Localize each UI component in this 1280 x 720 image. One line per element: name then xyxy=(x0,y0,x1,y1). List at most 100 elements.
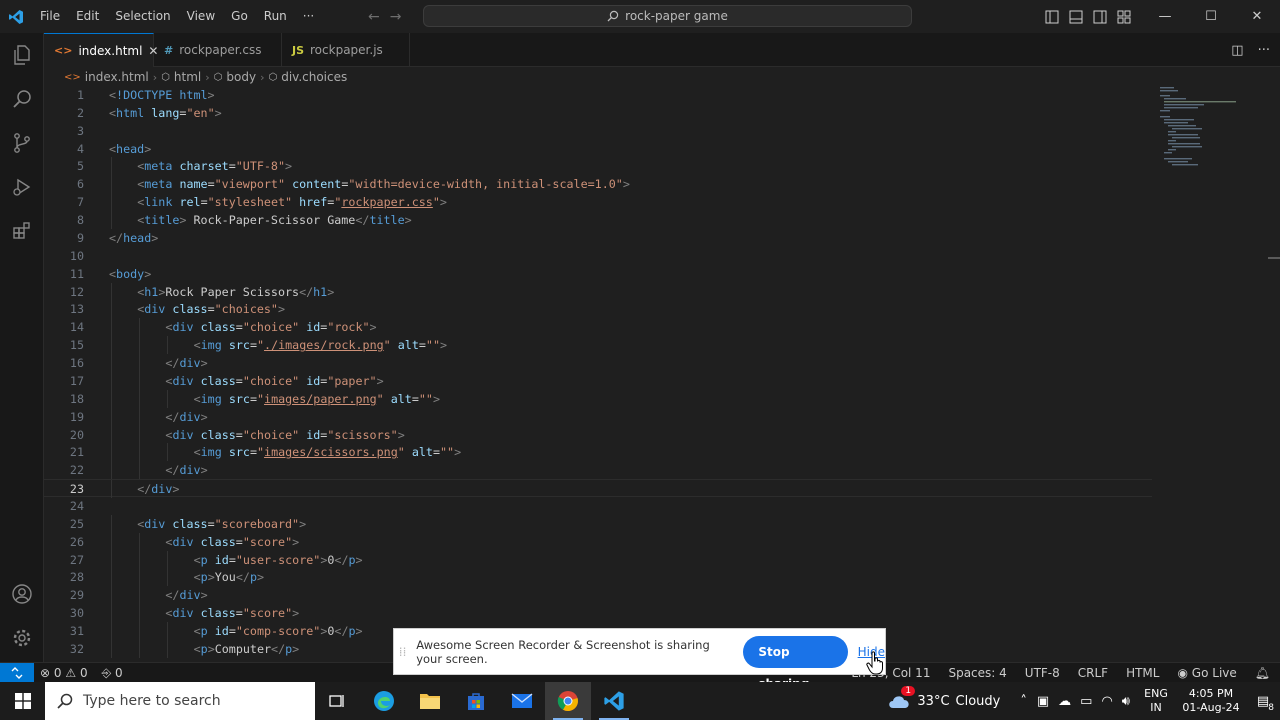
go-live-button[interactable]: ◉ Go Live xyxy=(1177,666,1236,680)
menu-item-4[interactable]: Go xyxy=(223,0,256,33)
search-sidebar-icon[interactable] xyxy=(0,77,44,121)
back-arrow-icon[interactable]: ← xyxy=(368,9,380,25)
menu-item-3[interactable]: View xyxy=(179,0,223,33)
code-line[interactable]: 28 <p>You</p> xyxy=(44,568,1152,587)
code-line[interactable]: 12 <h1>Rock Paper Scissors</h1> xyxy=(44,282,1152,301)
code-line[interactable]: 25 <div class="scoreboard"> xyxy=(44,514,1152,533)
code-line[interactable]: 2 <html lang="en"> xyxy=(44,104,1152,122)
code-line[interactable]: 11 <body> xyxy=(44,265,1152,283)
account-icon[interactable] xyxy=(0,572,44,616)
code-line[interactable]: 30 <div class="score"> xyxy=(44,604,1152,623)
code-line[interactable]: 4 <head> xyxy=(44,140,1152,158)
minimize-button[interactable]: — xyxy=(1142,0,1188,33)
code-line[interactable]: 21 <img src="images/scissors.png" alt=""> xyxy=(44,443,1152,462)
code-line[interactable]: 14 <div class="choice" id="rock"> xyxy=(44,318,1152,337)
minimap[interactable] xyxy=(1160,87,1240,167)
breadcrumb-item[interactable]: div.choices xyxy=(281,70,347,84)
code-line[interactable]: 16 </div> xyxy=(44,354,1152,373)
task-view-icon[interactable] xyxy=(314,682,360,720)
code-line[interactable]: 22 </div> xyxy=(44,461,1152,480)
command-center-search[interactable]: rock-paper game xyxy=(423,5,912,27)
onedrive-cloud-icon[interactable]: ☁ xyxy=(1058,694,1071,709)
ports-indicator[interactable]: ⎆ 0 xyxy=(102,666,123,681)
notification-center-icon[interactable]: ▤ 8 xyxy=(1246,694,1280,713)
menu-item-2[interactable]: Selection xyxy=(107,0,178,33)
code-line[interactable]: 7 <link rel="stylesheet" href="rockpaper.… xyxy=(44,193,1152,212)
tab-rockpaper-css[interactable]: # rockpaper.css xyxy=(154,33,282,67)
breadcrumb-item[interactable]: index.html xyxy=(85,70,149,84)
menu-item-1[interactable]: Edit xyxy=(68,0,107,33)
more-actions-icon[interactable]: ··· xyxy=(1258,43,1270,58)
code-line[interactable]: 27 <p id="user-score">0</p> xyxy=(44,550,1152,569)
code-line[interactable]: 18 <img src="images/paper.png" alt=""> xyxy=(44,389,1152,408)
code-line[interactable]: 20 <div class="choice" id="scissors"> xyxy=(44,425,1152,444)
customize-layout-icon[interactable] xyxy=(1112,0,1136,33)
code-token: " xyxy=(376,391,384,406)
run-debug-icon[interactable] xyxy=(0,165,44,209)
code-editor[interactable]: 1 <!DOCTYPE html> 2 <html lang="en"> 3 4 <head… xyxy=(44,87,1280,662)
code-line[interactable]: 6 <meta name="viewport" content="width=de… xyxy=(44,175,1152,194)
toggle-sidebar-icon[interactable] xyxy=(1040,0,1064,33)
encoding-setting[interactable]: UTF-8 xyxy=(1025,666,1060,680)
show-hidden-icons-chevron-icon[interactable]: ˄ xyxy=(1020,694,1027,709)
menu-item-0[interactable]: File xyxy=(32,0,68,33)
source-control-icon[interactable] xyxy=(0,121,44,165)
code-line[interactable]: 13 <div class="choices"> xyxy=(44,300,1152,319)
menu-item-6[interactable]: ··· xyxy=(295,0,322,33)
split-editor-icon[interactable]: ◫ xyxy=(1231,43,1243,58)
language-mode[interactable]: HTML xyxy=(1126,666,1159,680)
input-language[interactable]: ENG IN xyxy=(1136,687,1176,715)
maximize-button[interactable]: ☐ xyxy=(1188,0,1234,33)
problems-indicator[interactable]: ⊗ 0 ⚠ 0 xyxy=(40,666,88,680)
notifications-bell-icon[interactable]: 🔔︎ xyxy=(1255,666,1270,680)
code-line[interactable]: 19 </div> xyxy=(44,407,1152,426)
file-explorer-icon[interactable] xyxy=(407,682,453,720)
code-token: < xyxy=(193,641,201,656)
remote-indicator-icon[interactable] xyxy=(0,663,34,683)
code-line[interactable]: 8 <title> Rock-Paper-Scissor Game</title> xyxy=(44,211,1152,230)
scrollbar-marker[interactable] xyxy=(1268,257,1280,259)
vscode-taskbar-icon[interactable] xyxy=(591,682,637,720)
toggle-panel-icon[interactable] xyxy=(1064,0,1088,33)
code-line[interactable]: 29 </div> xyxy=(44,586,1152,605)
weather-widget[interactable]: 1 33°C Cloudy xyxy=(887,686,1000,709)
settings-gear-icon[interactable] xyxy=(0,616,44,660)
drag-handle-icon[interactable]: ⁞⁞ xyxy=(394,645,411,659)
code-line[interactable]: 9 </head> xyxy=(44,229,1152,247)
explorer-icon[interactable] xyxy=(0,33,44,77)
code-line[interactable]: 26 <div class="score"> xyxy=(44,532,1152,551)
microsoft-store-icon[interactable] xyxy=(453,682,499,720)
code-line[interactable]: 10 xyxy=(44,247,1152,265)
wifi-icon[interactable]: ◠ xyxy=(1101,694,1112,709)
code-line[interactable]: 15 <img src="./images/rock.png" alt=""> xyxy=(44,336,1152,355)
code-line[interactable]: 1 <!DOCTYPE html> xyxy=(44,87,1152,104)
volume-icon[interactable]: 🔊︎ xyxy=(1122,694,1130,709)
forward-arrow-icon[interactable]: → xyxy=(390,9,402,25)
code-line[interactable]: 17 <div class="choice" id="paper"> xyxy=(44,371,1152,390)
code-line[interactable]: 24 xyxy=(44,497,1152,515)
clock[interactable]: 4:05 PM 01-Aug-24 xyxy=(1176,687,1246,715)
breadcrumb-item[interactable]: html xyxy=(174,70,201,84)
edge-browser-icon[interactable] xyxy=(361,682,407,720)
extensions-icon[interactable] xyxy=(0,209,44,253)
meet-now-icon[interactable]: ▣ xyxy=(1037,694,1049,709)
code-line[interactable]: 23 </div> xyxy=(44,479,1152,499)
close-window-button[interactable]: ✕ xyxy=(1234,0,1280,33)
mail-icon[interactable] xyxy=(499,682,545,720)
chrome-icon[interactable] xyxy=(545,682,591,720)
indentation-setting[interactable]: Spaces: 4 xyxy=(948,666,1006,680)
tab-rockpaper-js[interactable]: JS rockpaper.js xyxy=(282,33,410,67)
windows-start-icon[interactable] xyxy=(0,682,45,720)
eol-setting[interactable]: CRLF xyxy=(1078,666,1108,680)
breadcrumb-item[interactable]: body xyxy=(226,70,256,84)
menu-item-5[interactable]: Run xyxy=(256,0,295,33)
stop-sharing-button[interactable]: Stop sharing xyxy=(743,635,848,691)
toggle-secondary-sidebar-icon[interactable] xyxy=(1088,0,1112,33)
code-token: ./images/rock.png xyxy=(264,338,384,353)
tab-index-html[interactable]: <> index.html ✕ xyxy=(44,33,158,67)
code-line[interactable]: 3 xyxy=(44,122,1152,140)
battery-icon[interactable]: ▭ xyxy=(1080,694,1092,709)
taskbar-search-box[interactable]: Type here to search xyxy=(45,682,315,720)
code-line[interactable]: 5 <meta charset="UTF-8"> xyxy=(44,157,1152,176)
